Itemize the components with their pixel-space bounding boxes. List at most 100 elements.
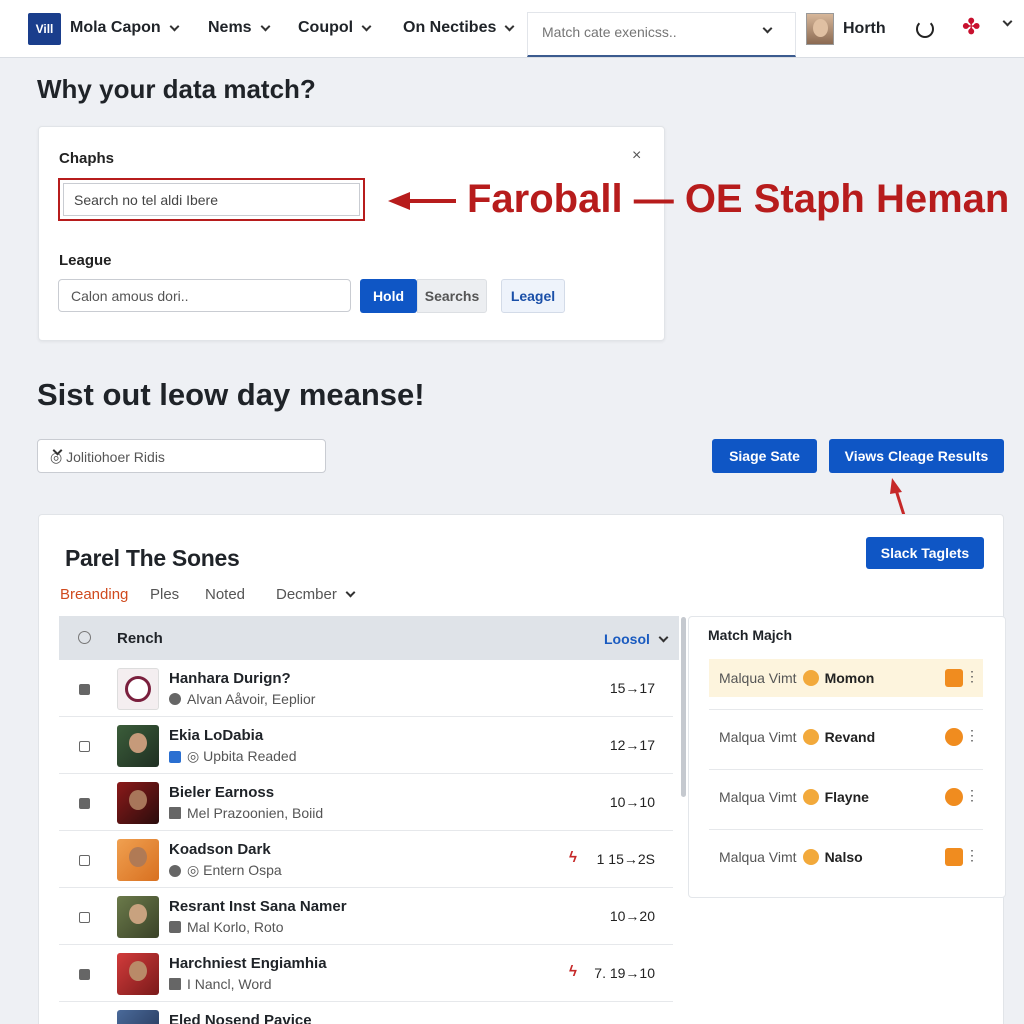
- league-input[interactable]: [58, 279, 351, 312]
- row-name: Hanhara Durign?: [169, 670, 291, 687]
- row-sub: Alvan Aåvoir, Eeplior: [169, 691, 315, 707]
- app-logo[interactable]: Vill: [28, 13, 61, 45]
- table-row[interactable]: Ekia LoDabia ◎ Upbita Readed 12→17: [59, 717, 673, 774]
- league-button[interactable]: Leagel: [501, 279, 565, 313]
- match-item[interactable]: Malqua Vimt Momon ⋮: [709, 659, 983, 697]
- row-checkbox[interactable]: [79, 741, 90, 752]
- chaphs-label: Chaphs: [59, 150, 115, 167]
- top-search-box[interactable]: [527, 12, 796, 57]
- player-photo: [117, 782, 159, 824]
- status-badge-icon: [945, 728, 963, 746]
- tab-breanding[interactable]: Breanding: [60, 586, 128, 603]
- player-photo: [117, 896, 159, 938]
- stage-button[interactable]: Siage Sate: [712, 439, 817, 473]
- row-score: 12→17: [609, 737, 655, 753]
- tag-icon: [169, 921, 181, 933]
- sort-dropdown[interactable]: Loosol: [604, 631, 669, 647]
- top-search-input[interactable]: [542, 24, 742, 40]
- chevron-down-icon[interactable]: [1002, 16, 1013, 27]
- row-name: Koadson Dark: [169, 841, 271, 858]
- more-icon[interactable]: ⋮: [965, 668, 979, 685]
- chevron-down-icon: [361, 21, 372, 31]
- more-icon[interactable]: ⋮: [965, 847, 979, 864]
- hold-button[interactable]: Hold: [360, 279, 417, 313]
- table-row[interactable]: Koadson Dark ◎ Entern Ospa ϟ 1 15→2S: [59, 831, 673, 888]
- row-checkbox[interactable]: [79, 684, 90, 695]
- row-sub: Mel Prazoonien, Boiid: [169, 805, 323, 821]
- more-icon[interactable]: ⋮: [965, 727, 979, 744]
- row-sub-text: Mal Korlo, Roto: [187, 919, 284, 935]
- row-checkbox[interactable]: [79, 855, 90, 866]
- slack-button[interactable]: Slack Taglets: [866, 537, 984, 569]
- match-name: Revand: [824, 729, 876, 745]
- nav-item-label: Coupol: [298, 19, 354, 36]
- match-label: Malqua Vimt: [719, 789, 797, 805]
- nav-item-nems[interactable]: Nems: [208, 19, 271, 37]
- row-checkbox[interactable]: [79, 912, 90, 923]
- player-photo: [117, 1010, 159, 1024]
- coin-icon: [802, 729, 819, 745]
- coin-icon: [802, 670, 819, 686]
- nav-item-mola-capon[interactable]: Mola Capon: [70, 19, 180, 37]
- ball-icon: [169, 864, 181, 877]
- tab-decmber[interactable]: Decmber: [276, 586, 356, 603]
- flag-icon: ϟ: [569, 849, 577, 866]
- page-title: Why your data match?: [37, 74, 316, 104]
- table-row[interactable]: Resrant Inst Sana Namer Mal Korlo, Roto …: [59, 888, 673, 945]
- search-card: Chaphs × League Hold Searchs Leagel: [38, 126, 665, 341]
- row-sub: ◎ Entern Ospa: [169, 862, 282, 879]
- divider: [709, 709, 983, 710]
- settings-icon[interactable]: [78, 631, 91, 644]
- search-input[interactable]: [63, 183, 360, 216]
- row-score: 7. 19→10: [594, 965, 655, 981]
- more-icon[interactable]: ⋮: [965, 787, 979, 804]
- table-header: Rench Loosol: [59, 616, 679, 660]
- row-checkbox[interactable]: [79, 969, 90, 980]
- nav-item-label: On Nectibes: [403, 19, 497, 36]
- star-badge-icon: [945, 848, 963, 866]
- nav-item-label: Nems: [208, 19, 252, 36]
- avatar[interactable]: [806, 13, 834, 45]
- match-item[interactable]: Malqua Vimt Flayne ⋮: [709, 778, 983, 816]
- column-header-rench[interactable]: Rench: [117, 630, 163, 647]
- chevron-down-icon: [260, 21, 271, 31]
- match-name: Momon: [824, 670, 875, 686]
- table-row[interactable]: Eled Nosend Pavice: [59, 1002, 673, 1024]
- sort-label: Loosol: [604, 631, 650, 647]
- player-photo: [117, 725, 159, 767]
- table-scrollbar[interactable]: [681, 617, 686, 797]
- row-sub-text: Mel Prazoonien, Boiid: [187, 805, 324, 821]
- nav-item-coupol[interactable]: Coupol: [298, 19, 372, 37]
- match-item[interactable]: Malqua Vimt Nalso ⋮: [709, 838, 983, 876]
- refresh-icon[interactable]: [916, 20, 934, 38]
- flag-icon[interactable]: ✤: [962, 16, 980, 38]
- table-row[interactable]: Bieler Earnoss Mel Prazoonien, Boiid 10→…: [59, 774, 673, 831]
- match-title: Match Majch: [708, 627, 793, 643]
- table-row[interactable]: Harchniest Engiamhia I Nancl, Word ϟ 7. …: [59, 945, 673, 1002]
- table-row[interactable]: Hanhara Durign? Alvan Aåvoir, Eeplior 15…: [59, 660, 673, 717]
- row-sub: ◎ Upbita Readed: [169, 748, 297, 765]
- match-name: Nalso: [824, 849, 863, 865]
- row-name: Ekia LoDabia: [169, 727, 264, 744]
- search-highlight-box: [58, 178, 365, 221]
- close-icon[interactable]: ×: [632, 147, 641, 165]
- match-item[interactable]: Malqua Vimt Revand ⋮: [709, 718, 983, 756]
- user-name[interactable]: Horth: [843, 20, 886, 38]
- filter-select-value: ◎ Jolitiohoer Ridis: [50, 449, 165, 465]
- match-card: Match Majch Malqua Vimt Momon ⋮ Malqua V…: [688, 616, 1006, 898]
- tab-ples[interactable]: Ples: [150, 586, 179, 603]
- row-checkbox[interactable]: [79, 798, 90, 809]
- views-results-button[interactable]: Viəws Cleage Results: [829, 439, 1004, 473]
- row-score: 10→20: [609, 908, 655, 924]
- tab-label: Decmber: [276, 586, 337, 603]
- nav-item-on-nectibes[interactable]: On Nectibes: [403, 19, 515, 37]
- row-score: 1 15→2S: [596, 851, 655, 867]
- annotation-arrow-icon: [388, 192, 456, 210]
- tab-noted[interactable]: Noted: [205, 586, 245, 603]
- filter-select[interactable]: ◎ Jolitiohoer Ridis: [37, 439, 326, 473]
- searchs-button[interactable]: Searchs: [417, 279, 487, 313]
- chevron-down-icon[interactable]: [762, 23, 773, 34]
- row-sub: Mal Korlo, Roto: [169, 919, 283, 935]
- top-navbar: Vill Mola Capon Nems Coupol On Nectibes …: [0, 0, 1024, 58]
- results-panel: Parel The Sones Slack Taglets Breanding …: [38, 514, 1006, 1024]
